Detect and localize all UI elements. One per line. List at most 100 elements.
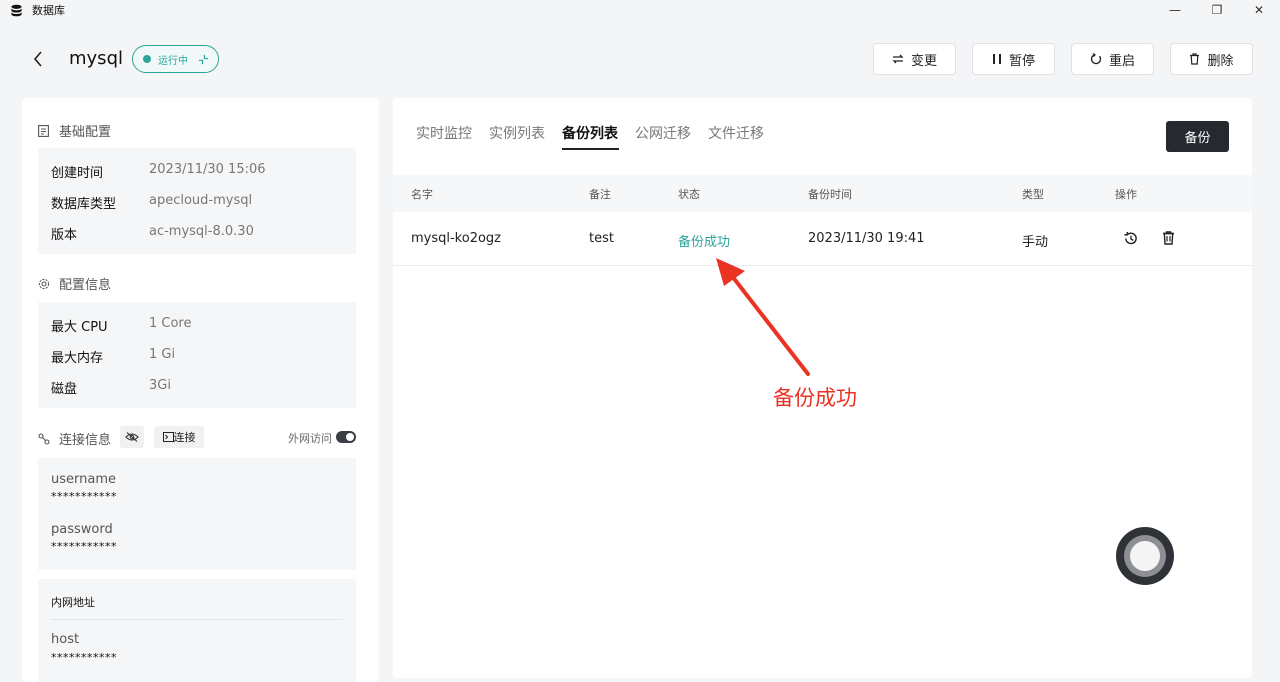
- title-bar: 数据库 — ❐ ✕: [0, 0, 1280, 20]
- column-header-actions: 操作: [1115, 188, 1137, 201]
- kv-row: 数据库类型 apecloud-mysql: [51, 193, 252, 212]
- window-title: 数据库: [32, 4, 65, 17]
- username-value: ***********: [51, 490, 117, 503]
- table-row: mysql-ko2ogz test 备份成功 2023/11/30 19:41 …: [393, 212, 1252, 266]
- eye-off-icon: [125, 432, 139, 442]
- backup-name: mysql-ko2ogz: [411, 231, 502, 246]
- max-memory-value: 1 Gi: [149, 347, 176, 362]
- column-header-type: 类型: [1022, 188, 1044, 201]
- terminal-icon: [162, 432, 174, 442]
- page-header: mysql 运行中 变更 暂停 重启 删除: [0, 36, 1280, 82]
- page-title: mysql: [69, 48, 123, 69]
- connect-button[interactable]: 连接: [154, 426, 204, 448]
- password-value: ***********: [51, 540, 117, 553]
- version-value: ac-mysql-8.0.30: [149, 224, 254, 239]
- trash-icon: [1162, 231, 1174, 245]
- db-type-value: apecloud-mysql: [149, 193, 253, 208]
- chevron-left-icon: [33, 51, 42, 67]
- backup-button[interactable]: 备份: [1166, 121, 1229, 152]
- internal-address-box: 内网地址 host ***********: [38, 579, 356, 682]
- trash-icon: [1189, 53, 1200, 65]
- connection-title: 连接信息: [38, 429, 111, 448]
- maximize-button[interactable]: ❐: [1196, 0, 1238, 20]
- collapse-icon[interactable]: [198, 54, 209, 65]
- pause-icon: [992, 53, 1002, 65]
- credentials-box: username *********** password **********…: [38, 458, 356, 570]
- history-icon: [1123, 231, 1137, 244]
- restore-button[interactable]: [1121, 229, 1139, 247]
- change-label: 变更: [910, 53, 937, 69]
- kv-row: 最大 CPU 1 Core: [51, 316, 192, 335]
- floating-button-core: [1130, 541, 1160, 571]
- pause-label: 暂停: [1008, 53, 1035, 69]
- swap-icon: [892, 54, 904, 64]
- internal-address-title: 内网地址: [51, 596, 95, 609]
- delete-label: 删除: [1207, 53, 1234, 69]
- active-tab-indicator: [562, 148, 619, 150]
- minimize-button[interactable]: —: [1154, 0, 1196, 20]
- created-time-value: 2023/11/30 15:06: [149, 162, 266, 177]
- connection-bar: 连接信息 连接 外网访问: [38, 426, 356, 448]
- connect-label: 连接: [173, 431, 196, 444]
- max-cpu-key: 最大 CPU: [51, 320, 108, 335]
- config-info-box: 最大 CPU 1 Core 最大内存 1 Gi 磁盘 3Gi: [38, 302, 356, 408]
- divider: [51, 619, 343, 620]
- basic-config-title: 基础配置: [38, 121, 111, 140]
- username-label: username: [51, 472, 116, 487]
- tab-public-migration[interactable]: 公网迁移: [635, 123, 691, 143]
- created-time-key: 创建时间: [51, 166, 104, 181]
- change-button[interactable]: 变更: [873, 43, 956, 75]
- backup-status: 备份成功: [678, 235, 731, 250]
- connection-label: 连接信息: [59, 433, 112, 448]
- host-label: host: [51, 632, 80, 647]
- database-icon: [11, 4, 22, 16]
- column-header-time: 备份时间: [808, 188, 852, 201]
- restart-button[interactable]: 重启: [1071, 43, 1154, 75]
- max-memory-key: 最大内存: [51, 351, 104, 366]
- annotation-text: 备份成功: [773, 386, 857, 410]
- backup-note: test: [589, 231, 614, 246]
- restart-label: 重启: [1108, 53, 1135, 69]
- config-info-title: 配置信息: [38, 274, 111, 293]
- floating-button-ring: [1124, 535, 1166, 577]
- backup-time: 2023/11/30 19:41: [808, 231, 925, 246]
- external-access-toggle[interactable]: [336, 431, 356, 443]
- host-value: ***********: [51, 651, 117, 664]
- back-button[interactable]: [28, 48, 48, 70]
- column-header-name: 名字: [411, 188, 433, 201]
- details-panel: 基础配置 创建时间 2023/11/30 15:06 数据库类型 apeclou…: [22, 98, 379, 682]
- disk-value: 3Gi: [149, 378, 171, 393]
- kv-row: 版本 ac-mysql-8.0.30: [51, 224, 254, 243]
- tab-monitoring[interactable]: 实时监控: [416, 123, 472, 143]
- document-icon: [38, 124, 50, 137]
- pause-button[interactable]: 暂停: [972, 43, 1055, 75]
- column-header-note: 备注: [589, 188, 611, 201]
- table-header: 名字 备注 状态 备份时间 类型 操作: [393, 175, 1252, 212]
- restart-icon: [1090, 53, 1102, 65]
- delete-backup-button[interactable]: [1159, 229, 1177, 247]
- status-badge: 运行中: [132, 45, 219, 73]
- kv-row: 磁盘 3Gi: [51, 378, 171, 397]
- backup-type: 手动: [1022, 235, 1049, 250]
- tab-instances[interactable]: 实例列表: [489, 123, 545, 143]
- password-label: password: [51, 522, 113, 537]
- close-button[interactable]: ✕: [1238, 0, 1280, 20]
- tab-file-migration[interactable]: 文件迁移: [708, 123, 764, 143]
- column-header-status: 状态: [678, 188, 700, 201]
- version-key: 版本: [51, 228, 78, 243]
- status-text: 运行中: [158, 55, 188, 67]
- config-info-label: 配置信息: [59, 278, 112, 293]
- toggle-visibility-button[interactable]: [120, 426, 144, 448]
- floating-assistive-button[interactable]: [1116, 527, 1174, 585]
- kv-row: 最大内存 1 Gi: [51, 347, 175, 366]
- max-cpu-value: 1 Core: [149, 316, 192, 331]
- basic-config-box: 创建时间 2023/11/30 15:06 数据库类型 apecloud-mys…: [38, 148, 356, 254]
- basic-config-label: 基础配置: [59, 125, 112, 140]
- external-access-label: 外网访问: [288, 432, 332, 445]
- status-dot: [143, 55, 151, 63]
- tab-backups[interactable]: 备份列表: [562, 123, 618, 143]
- kv-row: 创建时间 2023/11/30 15:06: [51, 162, 266, 181]
- disk-key: 磁盘: [51, 382, 78, 397]
- delete-button[interactable]: 删除: [1170, 43, 1253, 75]
- link-icon: [38, 432, 50, 445]
